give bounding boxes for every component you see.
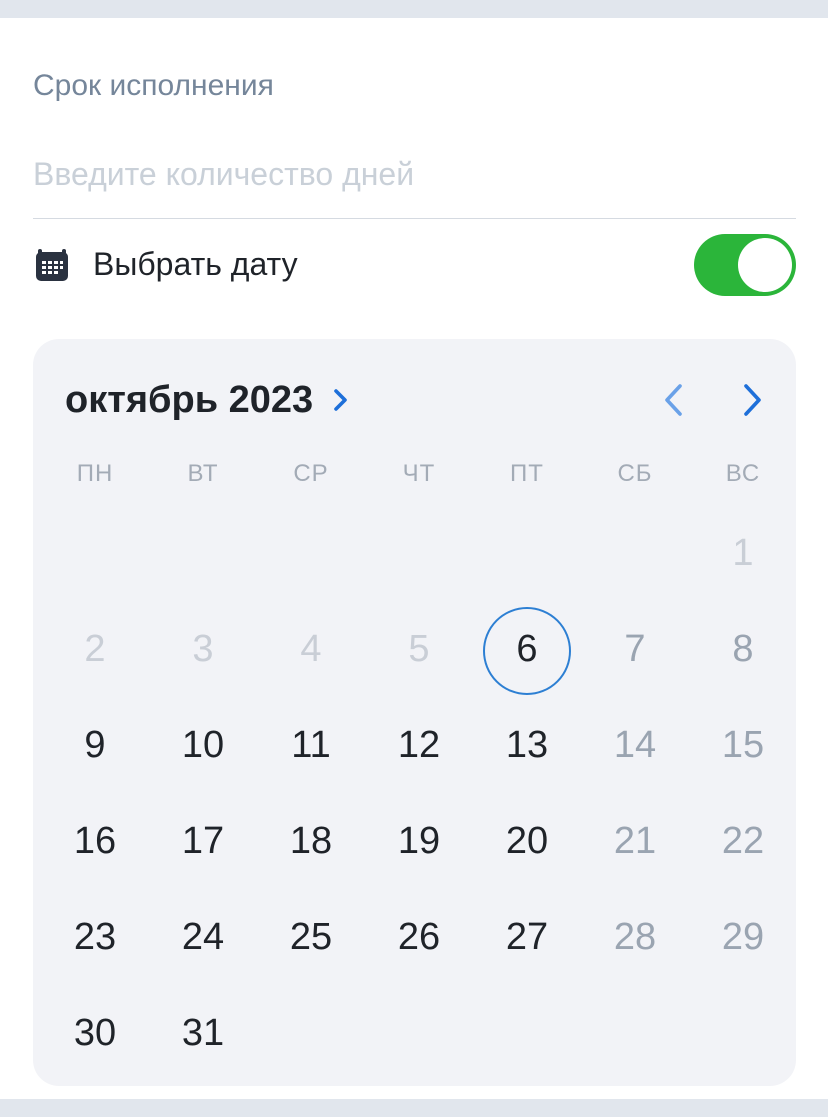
- day-cell: 3: [149, 601, 257, 697]
- day-number: 3: [192, 628, 214, 670]
- day-cell[interactable]: 28: [581, 889, 689, 985]
- day-cell[interactable]: 26: [365, 889, 473, 985]
- weekday-label: ПТ: [510, 460, 544, 487]
- prev-month-button[interactable]: [658, 381, 688, 419]
- day-number: 6: [516, 628, 538, 670]
- day-number: 5: [408, 628, 430, 670]
- calendar: октябрь 2023 ПН ВТ СР ЧТ ПТ СБ ВС 123456…: [33, 339, 796, 1086]
- day-cell[interactable]: 18: [257, 793, 365, 889]
- weekday-label: СБ: [617, 460, 653, 487]
- day-cell[interactable]: 25: [257, 889, 365, 985]
- day-number: 11: [291, 724, 331, 766]
- day-number: 7: [624, 628, 646, 670]
- day-number: 9: [84, 724, 106, 766]
- calendar-icon: [36, 249, 68, 281]
- day-cell[interactable]: 30: [41, 985, 149, 1081]
- day-cell[interactable]: 31: [149, 985, 257, 1081]
- next-month-button[interactable]: [738, 381, 768, 419]
- day-cell[interactable]: 15: [689, 697, 797, 793]
- weekday-label: СР: [293, 460, 329, 487]
- day-cell[interactable]: 17: [149, 793, 257, 889]
- day-cell: 2: [41, 601, 149, 697]
- day-cell: 5: [365, 601, 473, 697]
- deadline-label: Срок исполнения: [33, 69, 274, 102]
- day-number: 23: [73, 916, 117, 958]
- day-cell[interactable]: 29: [689, 889, 797, 985]
- day-number: 17: [181, 820, 225, 862]
- day-number: 28: [613, 916, 657, 958]
- day-number: 20: [505, 820, 549, 862]
- day-number: 14: [613, 724, 657, 766]
- day-cell[interactable]: 11: [257, 697, 365, 793]
- day-number: 26: [397, 916, 441, 958]
- selected-day-cell[interactable]: 6: [473, 601, 581, 697]
- day-number: 1: [732, 532, 754, 574]
- day-cell[interactable]: 27: [473, 889, 581, 985]
- day-number: 15: [721, 724, 765, 766]
- day-cell[interactable]: 8: [689, 601, 797, 697]
- day-number: 25: [289, 916, 333, 958]
- day-number: 12: [397, 724, 441, 766]
- input-divider: [33, 218, 796, 219]
- deadline-card: Срок исполнения Введите количество дней …: [0, 18, 828, 1099]
- day-number: 31: [181, 1012, 225, 1054]
- day-cell[interactable]: 24: [149, 889, 257, 985]
- pick-date-toggle[interactable]: [694, 234, 796, 296]
- day-number: 13: [505, 724, 549, 766]
- weekday-label: ВТ: [187, 460, 219, 487]
- month-title[interactable]: октябрь 2023: [65, 377, 313, 423]
- weekday-label: ВС: [725, 460, 761, 487]
- day-number: 2: [84, 628, 106, 670]
- chevron-right-icon: [333, 389, 347, 411]
- day-number: 30: [73, 1012, 117, 1054]
- day-number: 27: [505, 916, 549, 958]
- day-cell[interactable]: 22: [689, 793, 797, 889]
- calendar-header[interactable]: октябрь 2023: [65, 377, 350, 423]
- day-number: 19: [397, 820, 441, 862]
- day-number: 4: [300, 628, 322, 670]
- day-cell: 4: [257, 601, 365, 697]
- day-number: 10: [181, 724, 225, 766]
- day-cell[interactable]: 10: [149, 697, 257, 793]
- day-cell[interactable]: 23: [41, 889, 149, 985]
- day-number: 29: [721, 916, 765, 958]
- pick-date-row: Выбрать дату: [33, 232, 796, 296]
- day-cell[interactable]: 14: [581, 697, 689, 793]
- day-number: 18: [289, 820, 333, 862]
- days-input[interactable]: Введите количество дней: [33, 156, 796, 194]
- toggle-knob: [738, 238, 792, 292]
- weekday-header: ПН ВТ СР ЧТ ПТ СБ ВС: [41, 457, 797, 491]
- weekday-label: ПН: [76, 460, 114, 487]
- day-number: 8: [732, 628, 754, 670]
- day-cell[interactable]: 19: [365, 793, 473, 889]
- pick-date-label: Выбрать дату: [93, 246, 298, 282]
- day-cell[interactable]: 16: [41, 793, 149, 889]
- day-cell[interactable]: 13: [473, 697, 581, 793]
- day-cell: 1: [689, 505, 797, 601]
- day-cell[interactable]: 21: [581, 793, 689, 889]
- weekday-label: ЧТ: [402, 460, 436, 487]
- day-cell[interactable]: 9: [41, 697, 149, 793]
- day-number: 21: [613, 820, 657, 862]
- day-number: 16: [73, 820, 117, 862]
- day-number: 22: [721, 820, 765, 862]
- day-cell[interactable]: 12: [365, 697, 473, 793]
- day-number: 24: [181, 916, 225, 958]
- day-cell[interactable]: 7: [581, 601, 689, 697]
- day-cell[interactable]: 20: [473, 793, 581, 889]
